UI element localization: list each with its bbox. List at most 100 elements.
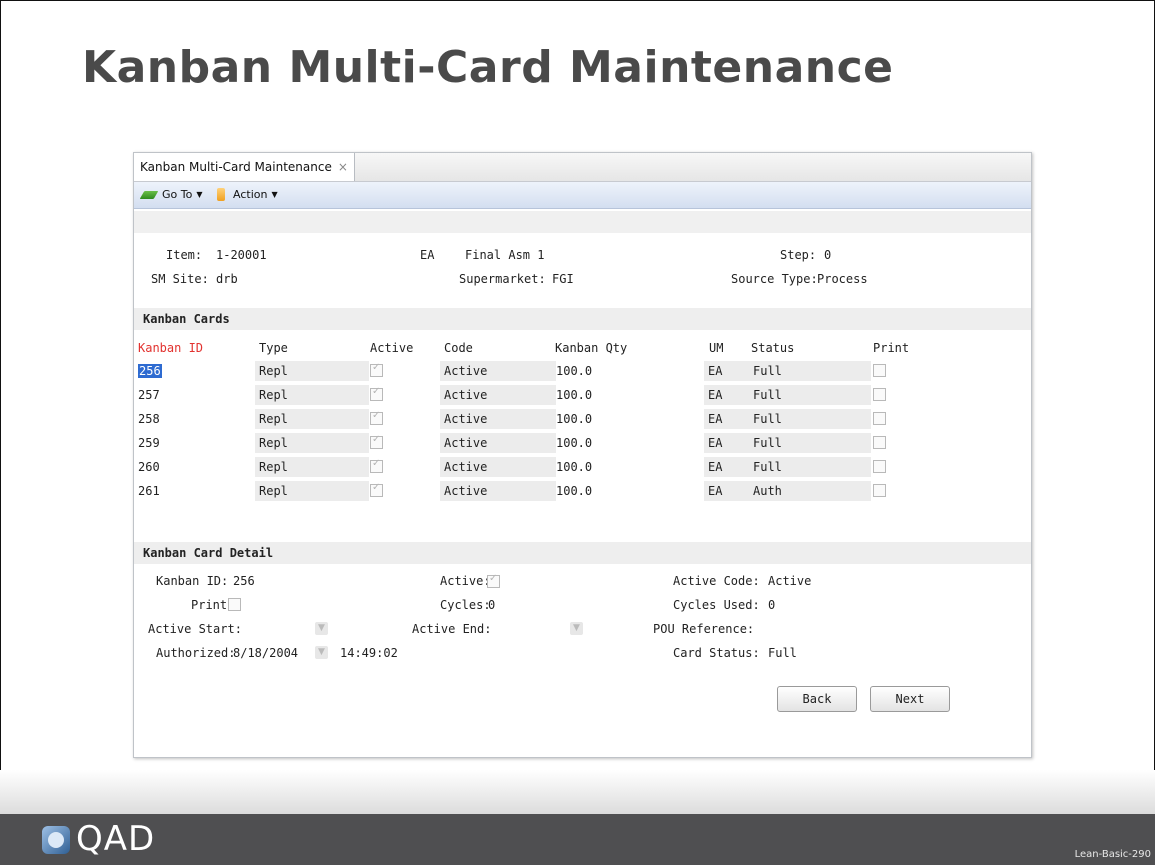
detail-authorized-date: 8/18/2004 [233, 646, 299, 660]
cell-type-text: Repl [259, 364, 288, 378]
col-kanban-qty[interactable]: Kanban Qty [555, 341, 627, 355]
cell-kanban-qty[interactable]: 100.0 [552, 361, 706, 381]
tab-kanban-multi-card[interactable]: Kanban Multi-Card Maintenance × [134, 153, 355, 181]
close-icon[interactable]: × [338, 160, 348, 174]
cell-um[interactable]: EA [704, 457, 753, 477]
cell-type-text: Repl [259, 436, 288, 450]
active-checkbox[interactable] [370, 434, 383, 449]
table-row[interactable]: 260 Repl Active 100.0 EA Full [134, 457, 1031, 479]
cell-um[interactable]: EA [704, 433, 753, 453]
cell-kanban-qty[interactable]: 100.0 [552, 457, 706, 477]
cell-kanban-qty-text: 100.0 [556, 364, 593, 378]
active-start-date-picker-icon[interactable]: ▼ [315, 622, 328, 635]
cell-status[interactable]: Full [749, 457, 871, 477]
cell-kanban-qty[interactable]: 100.0 [552, 433, 706, 453]
active-checkbox[interactable] [370, 362, 383, 377]
cell-kanban-id-text: 257 [138, 388, 160, 402]
detail-card-status-label: Card Status: [673, 646, 760, 660]
cell-um[interactable]: EA [704, 409, 753, 429]
cell-type[interactable]: Repl [255, 361, 369, 381]
col-type[interactable]: Type [259, 341, 288, 355]
cell-code[interactable]: Active [440, 481, 556, 501]
next-button[interactable]: Next [870, 686, 950, 712]
cell-code[interactable]: Active [440, 361, 556, 381]
print-checkbox[interactable] [873, 436, 886, 449]
cell-kanban-id[interactable]: 260 [138, 457, 160, 477]
print-checkbox[interactable] [873, 484, 886, 497]
cell-kanban-id-text: 259 [138, 436, 160, 450]
cell-status[interactable]: Full [749, 433, 871, 453]
action-menu[interactable]: Action ▼ [217, 188, 278, 201]
col-code[interactable]: Code [444, 341, 473, 355]
footer-fade [0, 770, 1155, 818]
cell-um-text: EA [708, 364, 723, 378]
cell-code-text: Active [444, 388, 488, 402]
goto-menu[interactable]: Go To ▼ [139, 188, 203, 201]
item-um: EA [420, 248, 435, 262]
active-checkbox[interactable] [370, 482, 383, 497]
table-row[interactable]: 258 Repl Active 100.0 EA Full [134, 409, 1031, 431]
cell-status[interactable]: Auth [749, 481, 871, 501]
lightning-icon [217, 188, 225, 201]
cell-kanban-id[interactable]: 257 [138, 385, 160, 405]
print-checkbox[interactable] [873, 412, 886, 425]
cell-um[interactable]: EA [704, 385, 753, 405]
cell-status[interactable]: Full [749, 385, 871, 405]
cell-kanban-id[interactable]: 259 [138, 433, 160, 453]
cell-code[interactable]: Active [440, 457, 556, 477]
detail-kanban-id-value: 256 [233, 574, 255, 588]
table-row[interactable]: 261 Repl Active 100.0 EA Auth [134, 481, 1031, 503]
cell-type[interactable]: Repl [255, 433, 369, 453]
cell-type[interactable]: Repl [255, 385, 369, 405]
table-row[interactable]: 257 Repl Active 100.0 EA Full [134, 385, 1031, 407]
active-end-date-picker-icon[interactable]: ▼ [570, 622, 583, 635]
back-button[interactable]: Back [777, 686, 857, 712]
table-row[interactable]: 259 Repl Active 100.0 EA Full [134, 433, 1031, 455]
cell-status[interactable]: Full [749, 361, 871, 381]
cell-kanban-qty-text: 100.0 [556, 412, 593, 426]
cell-code[interactable]: Active [440, 409, 556, 429]
cell-code[interactable]: Active [440, 433, 556, 453]
cell-um[interactable]: EA [704, 481, 753, 501]
source-type-value: Process [817, 272, 868, 286]
cell-code[interactable]: Active [440, 385, 556, 405]
cell-type[interactable]: Repl [255, 409, 369, 429]
cell-type[interactable]: Repl [255, 457, 369, 477]
col-active[interactable]: Active [370, 341, 413, 355]
cell-kanban-qty[interactable]: 100.0 [552, 385, 706, 405]
cell-kanban-qty[interactable]: 100.0 [552, 409, 706, 429]
col-print[interactable]: Print [873, 341, 909, 355]
cell-code-text: Active [444, 484, 488, 498]
cell-um-text: EA [708, 388, 723, 402]
table-row[interactable]: 256 Repl Active 100.0 EA Full [134, 361, 1031, 383]
print-checkbox[interactable] [873, 364, 886, 377]
col-um[interactable]: UM [709, 341, 723, 355]
col-kanban-id[interactable]: Kanban ID [138, 341, 203, 355]
active-checkbox[interactable] [370, 386, 383, 401]
tab-label: Kanban Multi-Card Maintenance [140, 160, 332, 174]
cell-kanban-qty[interactable]: 100.0 [552, 481, 706, 501]
detail-authorized-label: Authorized: [156, 646, 236, 660]
detail-print-checkbox[interactable] [228, 598, 241, 611]
cell-kanban-id[interactable]: 258 [138, 409, 160, 429]
cell-kanban-id[interactable]: 256 [138, 361, 162, 381]
cell-type[interactable]: Repl [255, 481, 369, 501]
col-status[interactable]: Status [751, 341, 794, 355]
step-label: Step: [780, 248, 817, 262]
active-checkbox[interactable] [370, 458, 383, 473]
authorized-date-picker-icon[interactable]: ▼ [315, 646, 328, 659]
supermarket-label: Supermarket: [459, 272, 546, 286]
slide-title: Kanban Multi-Card Maintenance [82, 42, 894, 93]
header-strip [134, 211, 1031, 233]
print-checkbox[interactable] [873, 460, 886, 473]
detail-active-code-label: Active Code: [673, 574, 760, 588]
cell-um-text: EA [708, 436, 723, 450]
cell-type-text: Repl [259, 388, 288, 402]
detail-active-checkbox[interactable] [487, 573, 500, 588]
print-checkbox[interactable] [873, 388, 886, 401]
cell-kanban-id[interactable]: 261 [138, 481, 160, 501]
detail-active-label: Active: [440, 574, 491, 588]
active-checkbox[interactable] [370, 410, 383, 425]
cell-status[interactable]: Full [749, 409, 871, 429]
cell-um[interactable]: EA [704, 361, 753, 381]
